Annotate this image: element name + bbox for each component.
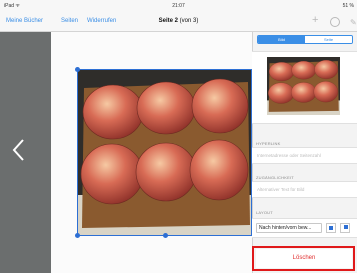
resize-handle-top-left[interactable] — [75, 67, 80, 72]
battery-level: 51 % — [342, 3, 354, 9]
alt-text-field[interactable]: Alternativer Text für Bild — [252, 181, 357, 198]
selected-image[interactable] — [77, 69, 252, 236]
send-backward-button[interactable] — [326, 223, 336, 233]
resize-handle-bottom[interactable] — [163, 233, 168, 238]
delete-button[interactable]: Löschen — [256, 249, 352, 268]
image-thumbnail — [267, 57, 340, 115]
navigation-bar: Meine Bücher Seiten Widerrufen Seite 2 (… — [0, 11, 357, 32]
info-icon[interactable] — [330, 17, 340, 27]
arrange-select[interactable]: Nach hinten/vorn bew... — [256, 223, 322, 233]
inspector-tabs: Bild Seite — [257, 35, 353, 44]
thumbnail-photo — [267, 57, 340, 115]
hyperlink-placeholder: Internetadresse oder Seitenzahl — [257, 153, 321, 158]
hyperlink-field[interactable]: Internetadresse oder Seitenzahl — [252, 147, 357, 164]
hyperlink-section-label: HYPERLINK — [256, 141, 281, 146]
tab-image[interactable]: Bild — [258, 36, 305, 43]
alt-text-placeholder: Alternativer Text für Bild — [257, 187, 305, 192]
tab-page[interactable]: Seite — [305, 36, 352, 43]
apples-photo — [78, 70, 251, 235]
page-title-main: Seite 2 — [158, 18, 178, 24]
bring-forward-button[interactable] — [340, 223, 350, 233]
layout-section-label: LAYOUT — [256, 210, 273, 215]
plus-icon[interactable]: + — [312, 15, 318, 26]
accessibility-section-label: ZUGÄNGLICHKEIT — [256, 175, 294, 180]
status-bar: iPad ᯤ 21:07 51 % — [0, 0, 357, 11]
previous-page-chevron-icon[interactable] — [12, 138, 26, 162]
send-backward-icon — [329, 226, 333, 230]
wrench-icon[interactable]: ✎ — [350, 17, 357, 28]
clock: 21:07 — [172, 3, 185, 9]
page-title: Seite 2 (von 3) — [0, 18, 357, 24]
page-count: (von 3) — [179, 18, 199, 24]
bring-forward-icon — [344, 225, 348, 229]
resize-handle-bottom-left[interactable] — [75, 233, 80, 238]
